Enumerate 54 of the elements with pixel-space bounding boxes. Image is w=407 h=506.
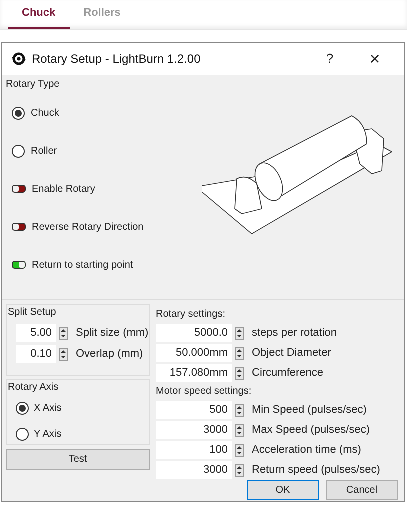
spin-arrows-icon[interactable] <box>235 404 244 416</box>
option-label: Reverse Rotary Direction <box>32 220 144 234</box>
field-label: Object Diameter <box>252 346 332 361</box>
toggle-switch[interactable] <box>12 185 26 193</box>
option-label: Return to starting point <box>32 258 134 272</box>
help-button[interactable]: ? <box>310 49 350 69</box>
field-label: Min Speed (pulses/sec) <box>252 402 367 418</box>
section-title: Rotary settings: <box>156 308 226 322</box>
spin-arrows-icon[interactable] <box>235 424 244 436</box>
field-label: Acceleration time (ms) <box>252 442 362 458</box>
window-title: Rotary Setup - LightBurn 1.2.00 <box>32 51 202 68</box>
spin-arrows-icon[interactable] <box>59 326 68 340</box>
field-label: Circumference <box>252 366 324 381</box>
spin-field[interactable]: 5000.0 <box>156 324 232 342</box>
spin-arrows-icon[interactable] <box>235 464 244 476</box>
spin-arrows-icon[interactable] <box>235 444 244 456</box>
option-label: Enable Rotary <box>32 182 96 196</box>
option-label: Roller <box>31 144 58 158</box>
spin-arrows-icon[interactable] <box>235 346 244 360</box>
test-button[interactable]: Test <box>6 449 150 470</box>
toggle-switch[interactable] <box>12 223 26 231</box>
radio-button[interactable] <box>16 402 29 415</box>
group-title: Rotary Axis <box>7 381 60 395</box>
field-label: Return speed (pulses/sec) <box>252 462 380 478</box>
spin-field[interactable]: 500 <box>156 401 232 419</box>
radio-button[interactable] <box>16 428 29 441</box>
option-label: Y Axis <box>34 428 62 442</box>
spin-arrows-icon[interactable] <box>235 366 244 380</box>
dialog-button[interactable]: Cancel <box>326 480 398 500</box>
rotate-icon <box>11 52 27 66</box>
field-label: steps per rotation <box>252 326 337 341</box>
field-label: Overlap (mm) <box>76 346 144 362</box>
close-button[interactable]: × <box>355 46 395 72</box>
toggle-switch[interactable] <box>12 261 26 269</box>
group-title: Split Setup <box>7 306 58 320</box>
radio-button[interactable] <box>12 106 25 120</box>
section-title: Motor speed settings: <box>156 385 253 399</box>
spin-field[interactable]: 3000 <box>156 421 232 439</box>
spin-field[interactable]: 0.10 <box>16 345 56 363</box>
spin-field[interactable]: 50.000mm <box>156 344 232 362</box>
spin-arrows-icon[interactable] <box>235 326 244 340</box>
tab[interactable]: Chuck <box>8 0 70 29</box>
option-label: Chuck <box>31 106 60 120</box>
spin-field[interactable]: 100 <box>156 441 232 459</box>
field-label: Max Speed (pulses/sec) <box>252 422 370 438</box>
spin-field[interactable]: 5.00 <box>16 324 56 342</box>
group-title: Rotary Type <box>5 78 61 92</box>
dialog-button[interactable]: OK <box>247 480 319 500</box>
field-label: Split size (mm) <box>76 326 149 341</box>
spin-field[interactable]: 157.080mm <box>156 364 232 382</box>
radio-button[interactable] <box>12 144 25 158</box>
spin-arrows-icon[interactable] <box>59 348 68 360</box>
option-label: X Axis <box>34 402 62 416</box>
spin-field[interactable]: 3000 <box>156 461 232 479</box>
